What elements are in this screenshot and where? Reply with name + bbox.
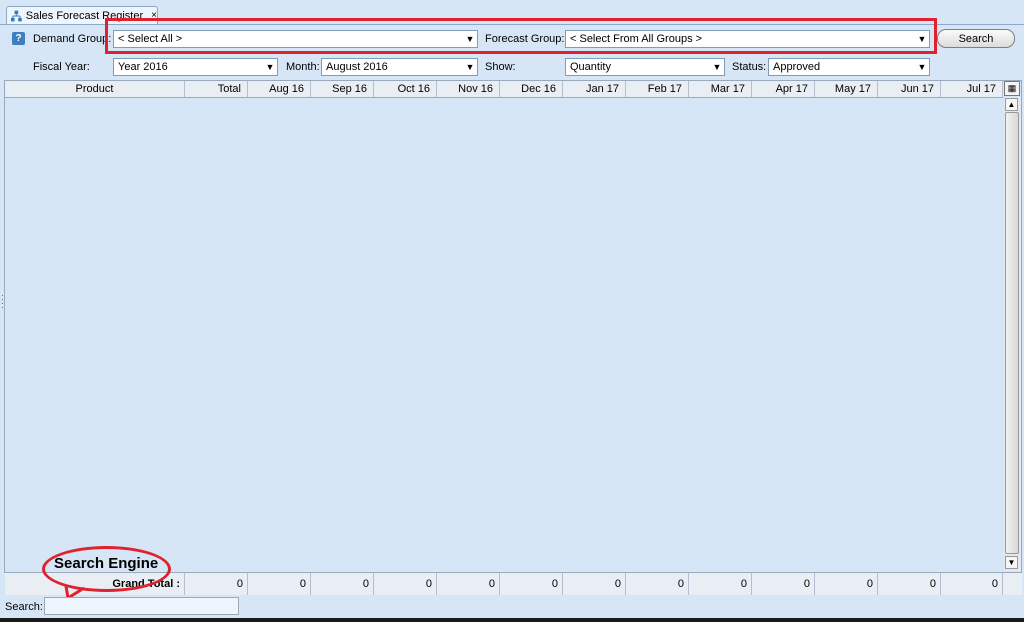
search-input[interactable] (44, 597, 239, 615)
column-chooser-icon[interactable]: ▦ (1004, 81, 1020, 96)
demand-group-label: Demand Group: (33, 33, 112, 45)
total-cell: 0 (500, 573, 563, 595)
month-label: Month: (286, 61, 320, 73)
total-cell: 0 (311, 573, 374, 595)
column-header-month[interactable]: Sep 16 (311, 81, 374, 97)
total-cell: 0 (941, 573, 1003, 595)
highlight-box (105, 18, 937, 54)
column-header-month[interactable]: Jan 17 (563, 81, 626, 97)
scrollbar-thumb[interactable] (1005, 112, 1019, 554)
column-header-month[interactable]: May 17 (815, 81, 878, 97)
status-label: Status: (732, 61, 767, 73)
total-cell: 0 (752, 573, 815, 595)
column-header-month[interactable]: Jun 17 (878, 81, 941, 97)
month-value: August 2016 (326, 61, 388, 73)
column-header-total[interactable]: Total (185, 81, 248, 97)
window-bottom-edge (0, 618, 1024, 622)
total-cell: 0 (689, 573, 752, 595)
total-cell: 0 (815, 573, 878, 595)
chevron-down-icon: ▼ (917, 62, 927, 72)
column-header-month[interactable]: Dec 16 (500, 81, 563, 97)
show-label: Show: (485, 61, 516, 73)
search-label: Search: (5, 601, 43, 613)
fiscal-year-select[interactable]: Year 2016 ▼ (113, 58, 278, 76)
column-header-month[interactable]: Mar 17 (689, 81, 752, 97)
help-icon[interactable]: ? (12, 32, 25, 45)
status-value: Approved (773, 61, 821, 73)
splitter-grip-icon[interactable]: · · · · (1, 292, 5, 312)
total-cell: 0 (185, 573, 248, 595)
callout-text: Search Engine (54, 555, 159, 572)
total-cell: 0 (563, 573, 626, 595)
total-cell: 0 (374, 573, 437, 595)
search-button[interactable]: Search (937, 29, 1015, 48)
fiscal-year-label: Fiscal Year: (33, 61, 90, 73)
chevron-down-icon: ▼ (265, 62, 275, 72)
scroll-down-icon[interactable]: ▼ (1005, 556, 1018, 569)
column-header-month[interactable]: Nov 16 (437, 81, 500, 97)
total-cell: 0 (248, 573, 311, 595)
forecast-grid (4, 80, 1022, 573)
total-cell: 0 (626, 573, 689, 595)
total-cell: 0 (437, 573, 500, 595)
show-select[interactable]: Quantity ▼ (565, 58, 725, 76)
chevron-down-icon: ▼ (712, 62, 722, 72)
total-cell: 0 (878, 573, 941, 595)
grid-header-row: Product Total Aug 16 Sep 16 Oct 16 Nov 1… (5, 81, 1003, 98)
status-select[interactable]: Approved ▼ (768, 58, 930, 76)
scroll-up-icon[interactable]: ▲ (1005, 98, 1018, 111)
hierarchy-icon (11, 10, 22, 21)
show-value: Quantity (570, 61, 611, 73)
column-header-month[interactable]: Feb 17 (626, 81, 689, 97)
month-select[interactable]: August 2016 ▼ (321, 58, 478, 76)
column-header-month[interactable]: Oct 16 (374, 81, 437, 97)
vertical-scrollbar[interactable]: ▲ ▼ (1004, 97, 1021, 571)
column-header-product[interactable]: Product (5, 81, 185, 97)
column-header-month[interactable]: Apr 17 (752, 81, 815, 97)
chevron-down-icon: ▼ (465, 62, 475, 72)
column-header-month[interactable]: Jul 17 (941, 81, 1003, 97)
column-header-month[interactable]: Aug 16 (248, 81, 311, 97)
fiscal-year-value: Year 2016 (118, 61, 168, 73)
